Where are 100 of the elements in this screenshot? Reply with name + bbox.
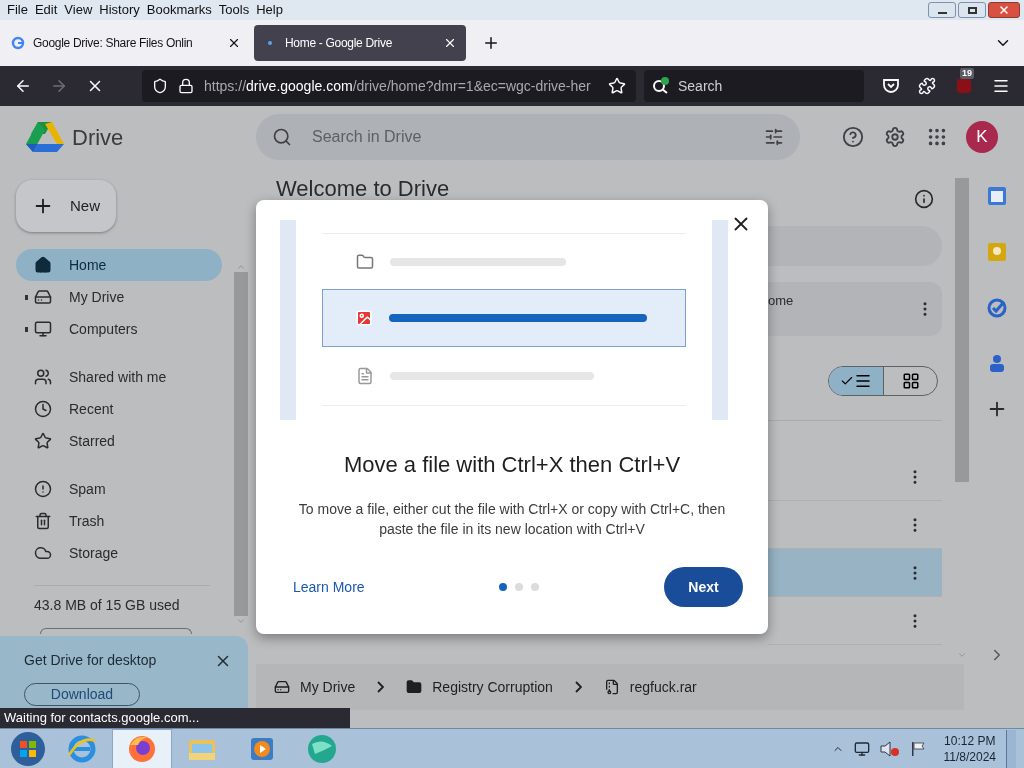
nav-label: Home	[69, 255, 107, 275]
speaker-icon[interactable]	[879, 740, 900, 757]
storage-text: 43.8 MB of 15 GB used	[34, 596, 181, 615]
app-title: Drive	[72, 123, 124, 152]
calendar-icon[interactable]	[987, 186, 1007, 206]
menu-item[interactable]: Tools	[215, 0, 253, 20]
search-icon	[652, 77, 670, 95]
search-placeholder: Search in Drive	[312, 127, 423, 147]
people-icon	[34, 368, 52, 386]
avatar[interactable]: K	[966, 121, 998, 153]
nav-label: Computers	[69, 319, 138, 339]
start-button[interactable]	[8, 729, 48, 768]
scrollbar-thumb[interactable]	[955, 178, 969, 482]
menu-item[interactable]: Help	[253, 0, 286, 20]
show-desktop-button[interactable]	[1006, 729, 1016, 768]
url-text: https://drive.google.com/drive/home?dmr=1&ec=wgc-drive-her	[204, 76, 592, 96]
nav-item[interactable]: Trash	[16, 505, 222, 537]
pocket-icon[interactable]	[882, 77, 900, 95]
lock-icon	[178, 78, 194, 94]
cloud-icon	[34, 544, 52, 562]
breadcrumb-item[interactable]: regfuck.rar	[601, 676, 699, 698]
nav-label: Trash	[69, 511, 105, 531]
tab-title: Home - Google Drive	[285, 35, 393, 52]
nav-item[interactable]: Computers	[16, 313, 222, 345]
scrollbar-thumb[interactable]	[234, 272, 248, 616]
task-check-icon[interactable]	[987, 298, 1007, 318]
clock-icon	[34, 400, 52, 418]
person-icon[interactable]	[989, 354, 1005, 372]
flag-icon[interactable]	[909, 740, 926, 757]
nav-label: Recent	[69, 399, 114, 419]
new-button[interactable]: New	[16, 180, 116, 232]
nav-item[interactable]: My Drive	[16, 281, 222, 313]
close-icon	[998, 4, 1010, 16]
expand-icon[interactable]	[25, 326, 28, 332]
computer-icon	[34, 320, 52, 338]
back-icon[interactable]	[14, 77, 32, 95]
help-icon[interactable]	[842, 126, 864, 148]
promo-title: Get Drive for desktop	[24, 651, 158, 670]
search-icon	[272, 127, 292, 147]
grid-icon	[901, 372, 920, 390]
clock[interactable]: 10:12 PM 11/8/2024	[943, 732, 996, 765]
folder-icon	[406, 679, 423, 695]
breadcrumb-item[interactable]: My Drive	[272, 676, 358, 698]
learn-more-link[interactable]: Learn More	[293, 576, 365, 598]
star-icon[interactable]	[608, 77, 626, 95]
star-icon	[34, 432, 52, 450]
filter-icon[interactable]	[764, 127, 784, 147]
apps-icon[interactable]	[926, 126, 948, 148]
home-icon	[34, 256, 52, 274]
list-view-toggle[interactable]	[829, 367, 883, 395]
menu-item[interactable]: Bookmarks	[143, 0, 215, 20]
search-field[interactable]: Search	[644, 70, 864, 102]
nav-item[interactable]: Recent	[16, 393, 222, 425]
search-placeholder: Search	[678, 76, 723, 96]
folder-icon	[356, 252, 374, 271]
dialog-body: To move a file, either cut the file with Ctrl+X or copy with Ctrl+C, then paste the file in its new location with Ctrl+V	[297, 500, 727, 539]
menu-item[interactable]: History	[96, 0, 143, 20]
nav-item[interactable]: Shared with me	[16, 361, 222, 393]
chevron-right-icon	[377, 681, 385, 693]
taskbar-app[interactable]	[112, 728, 172, 768]
next-button[interactable]: Next	[664, 567, 743, 607]
nav-item[interactable]: Starred	[16, 425, 222, 457]
close-icon[interactable]	[227, 36, 241, 50]
trash-icon	[34, 512, 52, 530]
nav-item[interactable]: Spam	[16, 473, 222, 505]
image-icon	[355, 309, 373, 327]
extensions-icon[interactable]	[918, 77, 936, 95]
menu-icon[interactable]	[992, 77, 1010, 95]
google-icon	[11, 36, 25, 50]
browser-tab[interactable]: Home - Google Drive	[254, 25, 466, 61]
expand-icon[interactable]	[25, 294, 28, 300]
browser-tab[interactable]: Google Drive: Share Files Onlin	[2, 25, 250, 61]
restore-button[interactable]	[958, 2, 986, 18]
new-tab-icon[interactable]	[482, 34, 500, 52]
check-icon	[840, 374, 854, 388]
tab-title: Google Drive: Share Files Onlin	[33, 35, 194, 52]
breadcrumb-item[interactable]: Registry Corruption	[404, 676, 555, 698]
nav-label: Shared with me	[69, 367, 167, 387]
page-title: Welcome to Drive	[276, 177, 450, 201]
list-icon	[854, 372, 872, 390]
nav-item[interactable]: Home	[16, 249, 222, 281]
drive-logo	[26, 120, 64, 154]
info-icon[interactable]	[914, 189, 934, 209]
dialog-title: Move a file with Ctrl+X then Ctrl+V	[342, 451, 682, 479]
network-icon[interactable]	[853, 740, 870, 757]
nav-label: Storage	[69, 543, 119, 563]
badge: 19	[960, 68, 974, 79]
menu-item[interactable]: File	[4, 0, 31, 20]
nav-item[interactable]: Storage	[16, 537, 222, 569]
address-bar[interactable]: https://drive.google.com/drive/home?dmr=1&ec=wgc-drive-her	[142, 70, 636, 102]
card-title: ome	[768, 292, 794, 311]
menu-item[interactable]: Edit	[31, 0, 61, 20]
drive-icon	[274, 679, 290, 695]
menu-item[interactable]: View	[61, 0, 96, 20]
close-icon[interactable]	[443, 36, 457, 50]
shield-icon	[152, 78, 168, 94]
settings-icon[interactable]	[884, 126, 906, 148]
minimize-button[interactable]	[928, 2, 956, 18]
close-button[interactable]	[988, 2, 1020, 18]
status-text: Waiting for contacts.google.com...	[0, 708, 350, 728]
